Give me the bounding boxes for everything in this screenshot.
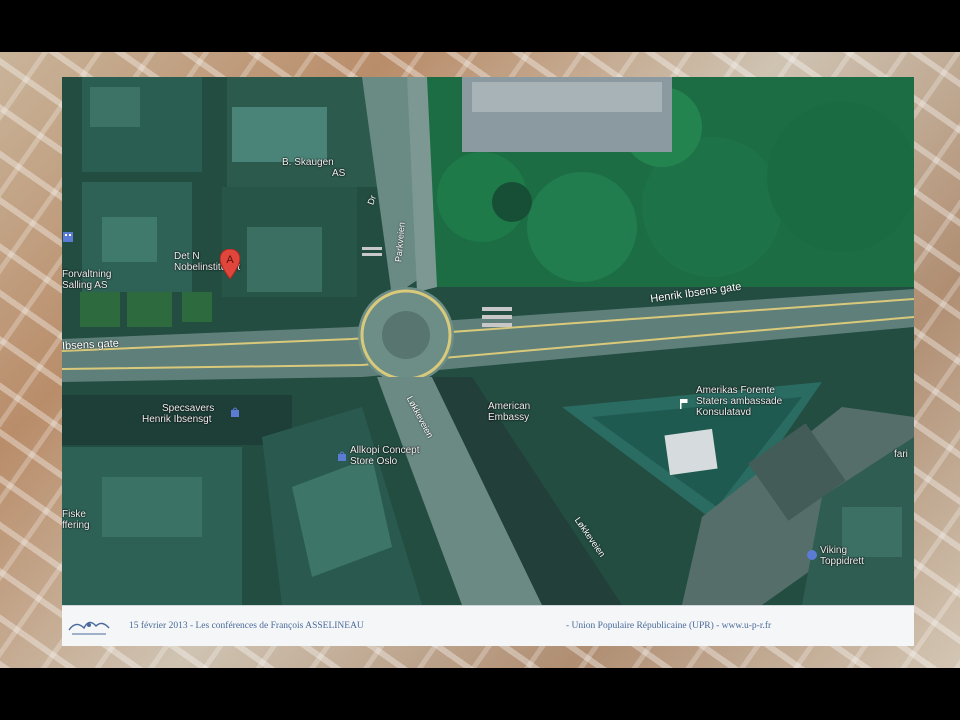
presentation-slide: Henrik Ibsens gate Ibsens gate Løkkeveie… xyxy=(62,77,914,646)
place-label-viking: Viking Toppidrett xyxy=(820,545,864,567)
place-label-allkopi: Allkopi Concept Store Oslo xyxy=(350,445,419,467)
place-label-line: Forvaltning xyxy=(62,269,112,280)
place-label-line: ffering xyxy=(62,520,90,531)
place-label-specsavers: Specsavers Henrik Ibsensgt xyxy=(142,403,214,425)
satellite-map[interactable]: Henrik Ibsens gate Ibsens gate Løkkeveie… xyxy=(62,77,914,605)
letterbox-bottom xyxy=(0,668,960,720)
place-label-line: Fiske xyxy=(62,509,86,520)
shopping-bag-icon[interactable] xyxy=(229,406,241,418)
place-label-forvaltning: Forvaltning Salling AS xyxy=(62,269,111,291)
pin-letter: A xyxy=(226,254,234,266)
place-label-skaugen: B. Skaugen AS xyxy=(282,157,345,179)
place-label-american-embassy: American Embassy xyxy=(488,401,530,423)
footer-conference-text: 15 février 2013 - Les conférences de Fra… xyxy=(129,621,364,631)
slide-footer: 15 février 2013 - Les conférences de Fra… xyxy=(62,605,914,646)
building-icon[interactable] xyxy=(62,231,74,243)
sport-icon[interactable] xyxy=(806,549,818,561)
place-label-line: fari xyxy=(894,449,908,460)
letterbox-top xyxy=(0,0,960,52)
place-label-line: Salling AS xyxy=(62,280,108,291)
upr-logo-icon xyxy=(68,621,110,635)
place-label-line: Konsulatavd xyxy=(696,407,752,418)
place-label-line: Allkopi Concept xyxy=(350,445,420,456)
flag-icon[interactable] xyxy=(678,398,690,410)
place-label-amerikas-forente: Amerikas Forente Staters ambassade Konsu… xyxy=(696,385,782,418)
place-label-line: Viking xyxy=(820,545,848,556)
map-imagery xyxy=(62,77,914,605)
place-label-line: Toppidrett xyxy=(820,556,864,567)
place-label-line: Staters ambassade xyxy=(696,396,783,407)
place-label-line: Store Oslo xyxy=(350,456,398,467)
shopping-bag-icon[interactable] xyxy=(336,450,348,462)
place-label-line: Henrik Ibsensgt xyxy=(142,414,212,425)
place-label-line: Specsavers xyxy=(162,403,215,414)
place-label-line: Amerikas Forente xyxy=(696,385,775,396)
place-label-edge-right: fari xyxy=(894,449,908,460)
place-label-fiskeri: Fiske ffering xyxy=(62,509,90,531)
place-label-line: B. Skaugen xyxy=(282,157,334,168)
footer-organization-text: - Union Populaire Républicaine (UPR) - w… xyxy=(566,621,772,631)
place-label-line: Embassy xyxy=(488,412,530,423)
place-label-line: American xyxy=(488,401,531,412)
place-label-line: AS xyxy=(332,168,346,179)
location-pin-icon[interactable]: A xyxy=(220,249,240,279)
